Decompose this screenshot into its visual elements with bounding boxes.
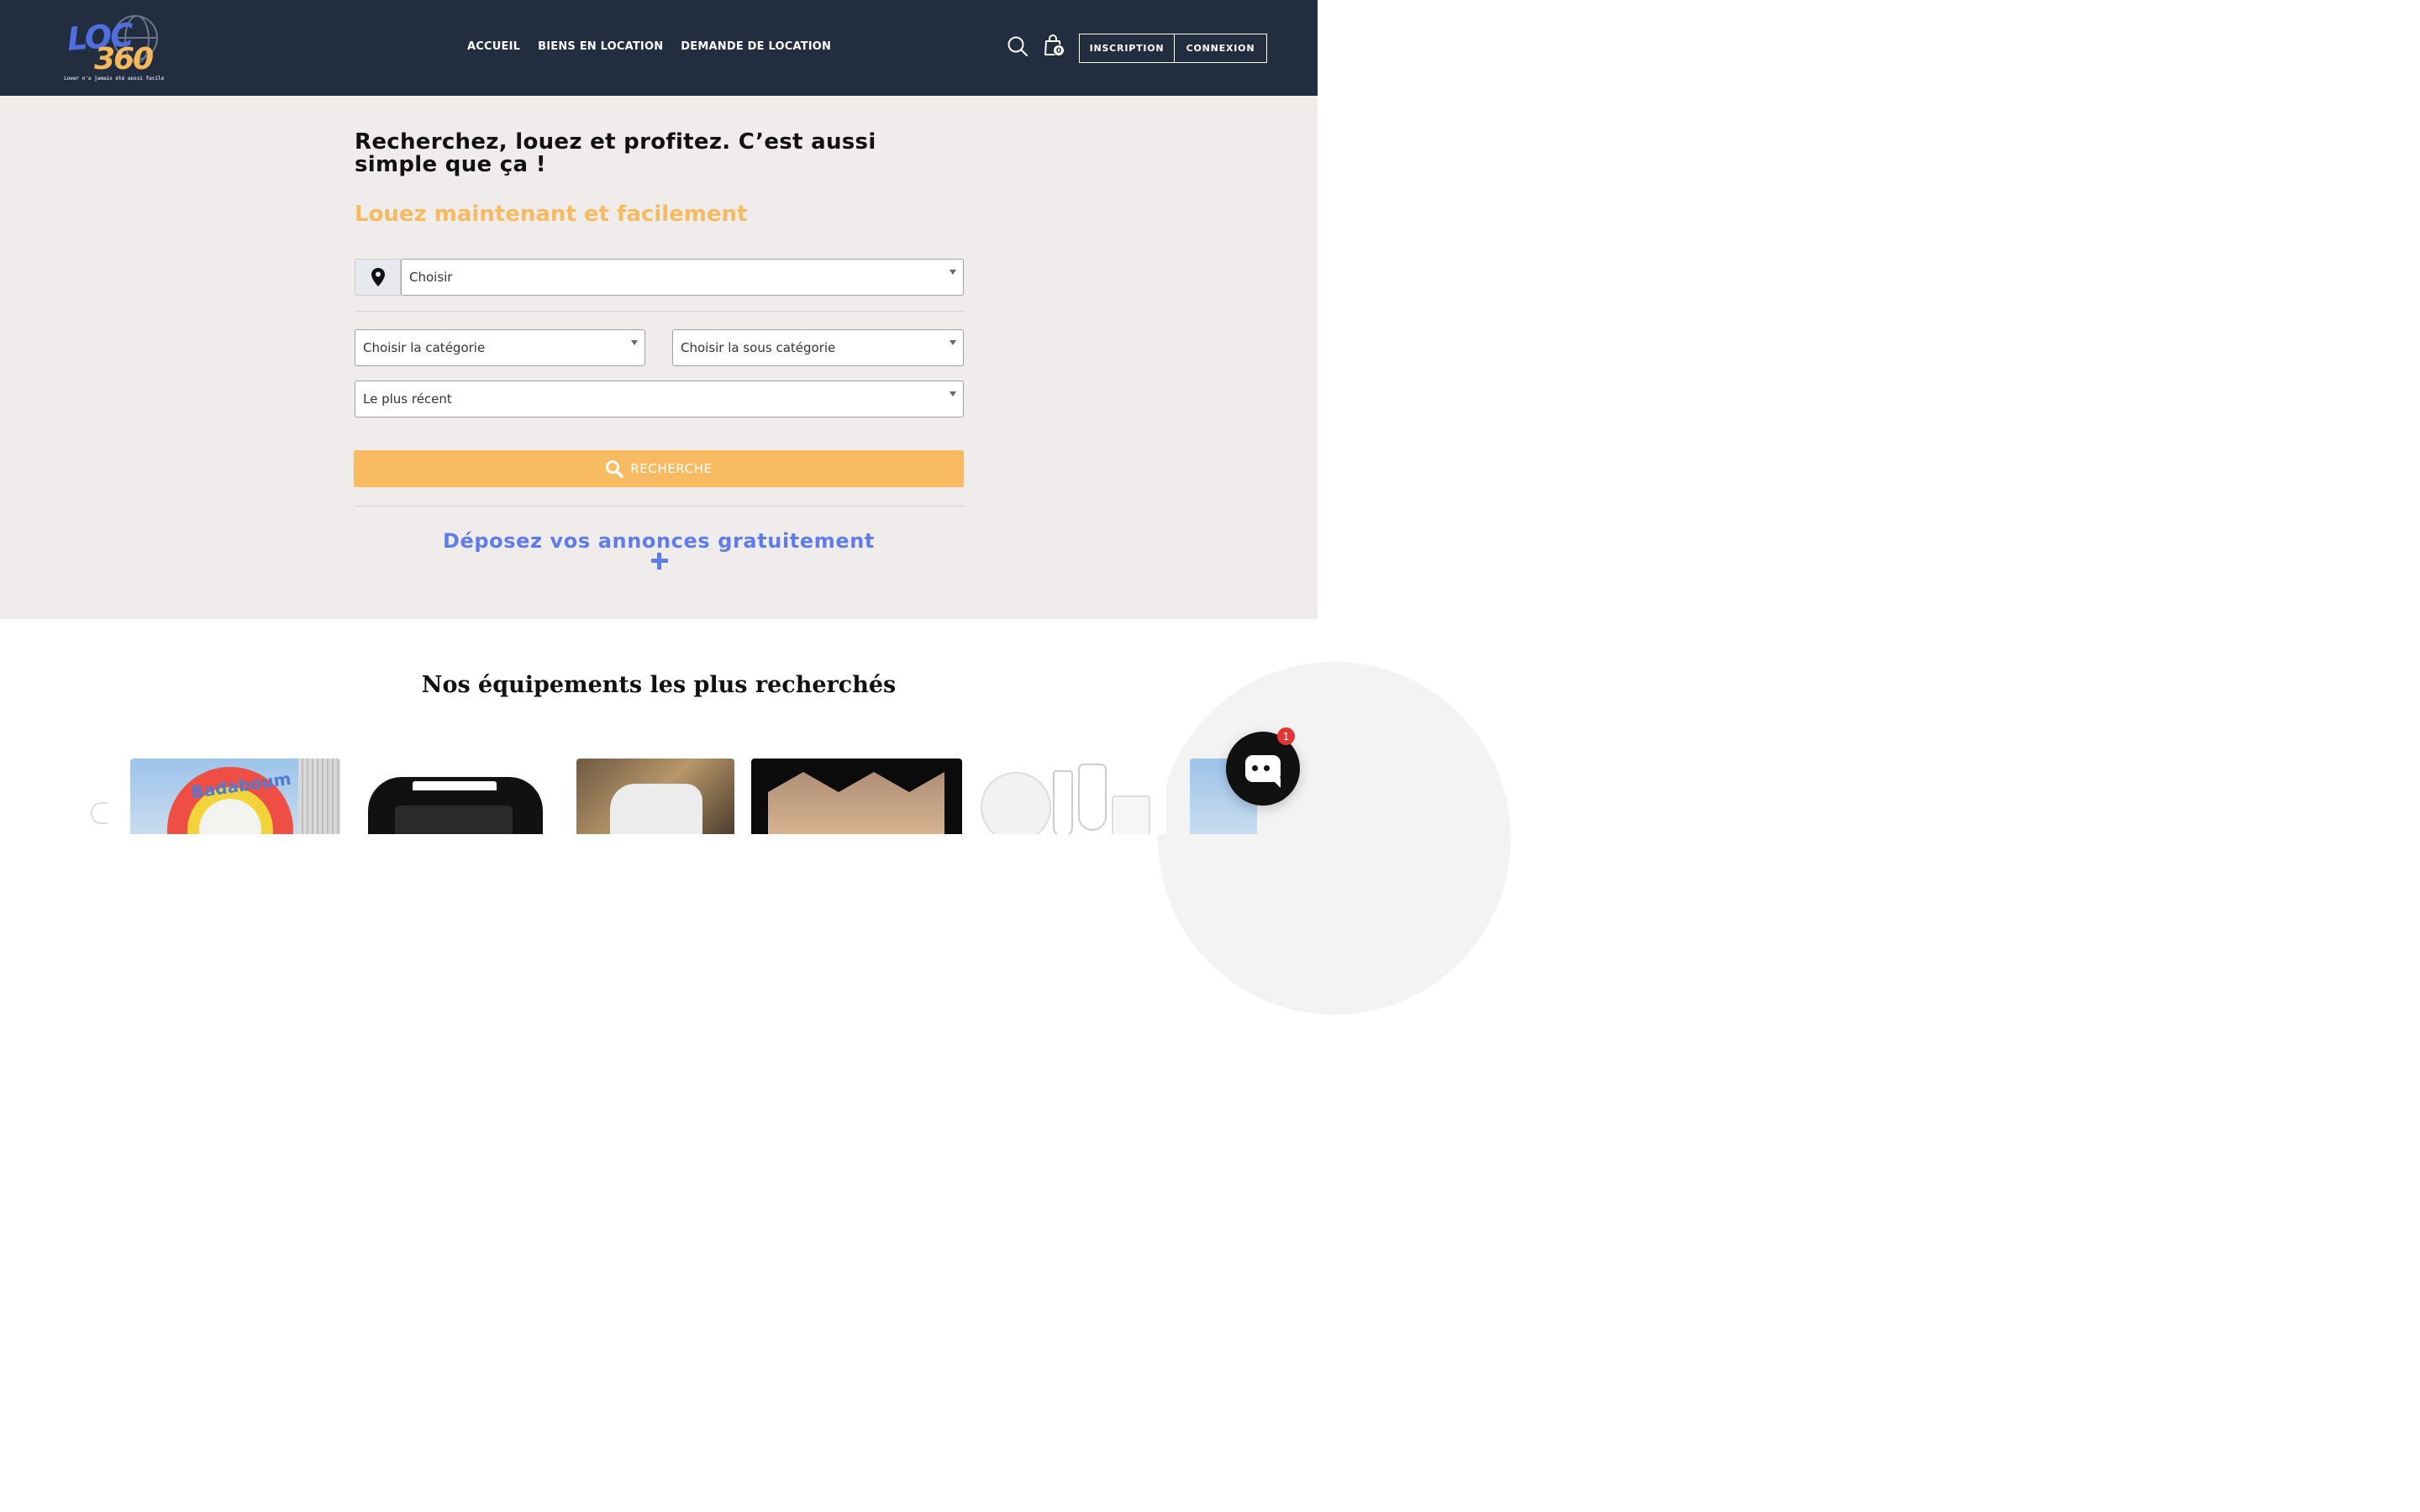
image-detail: [298, 759, 340, 834]
nav-demande-de-location[interactable]: DEMANDE DE LOCATION: [681, 40, 831, 53]
category-select[interactable]: Choisir la catégorie: [355, 329, 645, 366]
product-card-bouncy-castle[interactable]: Badaboum: [130, 759, 340, 834]
location-field: Choisir: [355, 259, 964, 296]
sort-select[interactable]: Le plus récent: [355, 381, 964, 417]
product-card-tableware[interactable]: [977, 759, 1166, 834]
product-card-speaker[interactable]: [366, 759, 544, 834]
subcategory-select-value: Choisir la sous catégorie: [681, 340, 836, 355]
hero-subtitle: Louez maintenant et facilement: [355, 202, 748, 227]
plus-icon[interactable]: [651, 553, 668, 570]
sort-select-value: Le plus récent: [363, 391, 452, 407]
divider: [355, 311, 964, 312]
product-card-decoration[interactable]: [576, 759, 734, 834]
carousel-prev-icon[interactable]: [91, 802, 108, 824]
chevron-down-icon: [631, 340, 638, 345]
search-button[interactable]: RECHERCHE: [354, 450, 964, 487]
image-detail: [408, 777, 501, 790]
tent-image: [768, 772, 944, 834]
chevron-down-icon: [950, 270, 956, 275]
hero-title: Recherchez, louez et profitez. C’est aus…: [355, 129, 876, 177]
chat-notification-badge: 1: [1277, 727, 1295, 745]
search-icon[interactable]: [1007, 35, 1028, 57]
divider: [355, 506, 964, 507]
search-button-label: RECHERCHE: [630, 461, 713, 476]
logo-tagline: Louer n'a jamais été aussi facile: [64, 76, 165, 81]
image-detail: [1112, 795, 1150, 834]
image-detail: [1078, 764, 1107, 831]
product-card-tent[interactable]: [751, 759, 962, 834]
category-select-value: Choisir la catégorie: [363, 340, 486, 355]
deposit-ad-link[interactable]: Déposez vos annonces gratuitement: [0, 529, 1318, 553]
location-select[interactable]: Choisir: [401, 259, 964, 296]
location-select-value: Choisir: [409, 270, 453, 285]
signup-button[interactable]: INSCRIPTION: [1079, 34, 1175, 63]
main-nav: ACCUEIL BIENS EN LOCATION DEMANDE DE LOC…: [467, 40, 831, 53]
subcategory-select[interactable]: Choisir la sous catégorie: [672, 329, 964, 366]
section-title: Nos équipements les plus recherchés: [421, 672, 897, 698]
chevron-down-icon: [950, 340, 956, 345]
image-detail: [1053, 770, 1073, 834]
decorative-circle: [1158, 662, 1511, 1015]
decoration-image: [610, 784, 702, 834]
search-icon: [606, 460, 624, 478]
logo[interactable]: LOC 360 Louer n'a jamais été aussi facil…: [62, 13, 165, 84]
chat-icon: [1245, 755, 1281, 782]
chevron-down-icon: [950, 391, 956, 396]
nav-accueil[interactable]: ACCUEIL: [467, 40, 520, 53]
cart-count-badge: 0: [1053, 45, 1065, 56]
location-pin-icon: [355, 259, 401, 296]
tableware-image: [981, 772, 1051, 834]
logo-text-number: 360: [94, 42, 154, 76]
login-button[interactable]: CONNEXION: [1174, 34, 1267, 63]
site-header: LOC 360 Louer n'a jamais été aussi facil…: [0, 0, 1318, 96]
nav-biens-en-location[interactable]: BIENS EN LOCATION: [538, 40, 663, 53]
image-detail: [395, 806, 513, 834]
